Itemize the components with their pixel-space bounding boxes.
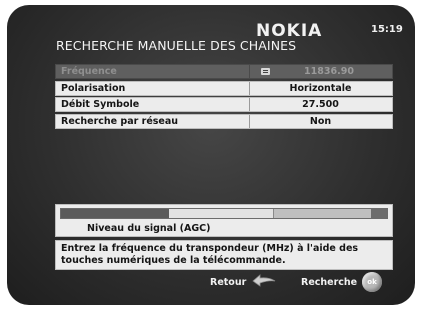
polarisation-row[interactable]: Polarisation Horizontale xyxy=(55,80,393,96)
frequency-value: 11836.90 xyxy=(304,66,354,77)
signal-meter-end xyxy=(370,209,387,218)
network-search-row[interactable]: Recherche par réseau Non xyxy=(55,113,393,129)
settings-list: Fréquence 11836.90 Polarisation Horizont… xyxy=(55,64,393,130)
polarisation-value: Horizontale xyxy=(289,82,352,94)
signal-panel: Niveau du signal (AGC) xyxy=(55,204,393,237)
row-divider xyxy=(249,65,250,78)
search-button-label[interactable]: Recherche xyxy=(301,277,357,288)
back-button-label[interactable]: Retour xyxy=(210,277,246,288)
symbol-rate-label: Débit Symbole xyxy=(61,99,140,111)
tv-screen: NOKIA 15:19 RECHERCHE MANUELLE DES CHAIN… xyxy=(7,5,415,305)
clock: 15:19 xyxy=(371,24,403,35)
network-search-value: Non xyxy=(309,115,332,127)
polarisation-label: Polarisation xyxy=(61,82,126,94)
page-title: RECHERCHE MANUELLE DES CHAINES xyxy=(56,38,297,53)
symbol-rate-row[interactable]: Débit Symbole 27.500 xyxy=(55,97,393,113)
frequency-label: Fréquence xyxy=(61,66,117,77)
signal-label: Niveau du signal (AGC) xyxy=(87,223,211,234)
frequency-row[interactable]: Fréquence 11836.90 xyxy=(55,64,393,79)
signal-meter xyxy=(60,208,388,219)
help-line-1: Entrez la fréquence du transpondeur (MHz… xyxy=(61,243,359,254)
back-arrow-icon[interactable] xyxy=(251,274,277,289)
signal-meter-band xyxy=(272,209,371,218)
signal-meter-fill xyxy=(61,209,169,218)
symbol-rate-value: 27.500 xyxy=(302,99,339,111)
network-search-label: Recherche par réseau xyxy=(61,115,179,127)
ok-button-icon[interactable]: ok xyxy=(362,272,382,292)
help-text: Entrez la fréquence du transpondeur (MHz… xyxy=(55,240,393,270)
help-line-2: touches numériques de la télécommande. xyxy=(61,255,286,266)
